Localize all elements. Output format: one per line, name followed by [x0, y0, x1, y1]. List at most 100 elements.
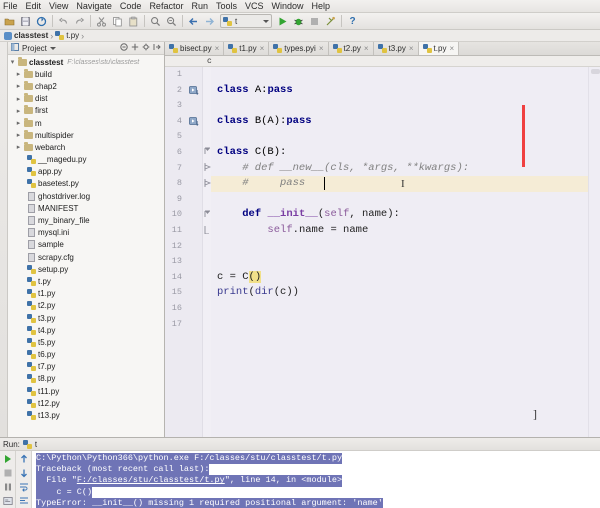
- fold-marker-class-c[interactable]: [204, 147, 211, 157]
- run-button[interactable]: [275, 14, 290, 29]
- run-class-marker-icon[interactable]: [189, 86, 199, 96]
- tree-row-folder[interactable]: ▸ first: [8, 105, 164, 117]
- console-frame-link[interactable]: F:/classes/stu/classtest/t.py: [77, 475, 225, 485]
- close-icon[interactable]: ×: [449, 44, 454, 53]
- menu-item-vcs[interactable]: VCS: [241, 0, 268, 12]
- close-icon[interactable]: ×: [260, 44, 265, 53]
- editor-tab-t1[interactable]: t1.py ×: [224, 42, 270, 55]
- code-area[interactable]: class A:pass class B(A):pass class C(B):…: [211, 67, 588, 437]
- code-line-15[interactable]: print(dir(c)): [217, 285, 299, 301]
- code-folding-column[interactable]: [203, 67, 212, 437]
- fold-marker-init[interactable]: [204, 210, 211, 220]
- tree-row-file[interactable]: t5.py: [8, 336, 164, 348]
- scroll-from-source-icon[interactable]: [131, 43, 139, 53]
- menu-item-window[interactable]: Window: [268, 0, 308, 12]
- coverage-button[interactable]: [323, 14, 338, 29]
- console-output[interactable]: C:\Python\Python366\python.exe F:/classe…: [32, 451, 600, 508]
- save-icon[interactable]: [18, 14, 33, 29]
- back-icon[interactable]: [186, 14, 201, 29]
- rerun-icon[interactable]: [2, 453, 14, 464]
- tree-row-file[interactable]: my_binary_file: [8, 214, 164, 226]
- editor-tab-t2[interactable]: t2.py ×: [328, 42, 374, 55]
- menu-item-help[interactable]: Help: [308, 0, 335, 12]
- pause-icon[interactable]: [2, 481, 14, 492]
- tree-row-file[interactable]: ghostdriver.log: [8, 190, 164, 202]
- tree-row-folder[interactable]: ▸ m: [8, 117, 164, 129]
- tree-row-file[interactable]: t.py: [8, 275, 164, 287]
- editor-tab-t3[interactable]: t3.py ×: [373, 42, 419, 55]
- redo-icon[interactable]: [72, 14, 87, 29]
- debug-button[interactable]: [291, 14, 306, 29]
- tree-row-file[interactable]: t7.py: [8, 361, 164, 373]
- tree-row-folder[interactable]: ▸ webarch: [8, 141, 164, 153]
- tree-row-folder[interactable]: ▸ dist: [8, 93, 164, 105]
- chevron-right-icon[interactable]: ▸: [14, 119, 23, 127]
- menu-item-tools[interactable]: Tools: [212, 0, 241, 12]
- stop-icon[interactable]: [2, 467, 14, 478]
- menu-item-run[interactable]: Run: [187, 0, 212, 12]
- undo-icon[interactable]: [56, 14, 71, 29]
- menu-item-code[interactable]: Code: [116, 0, 146, 12]
- editor-body[interactable]: 1 2 3 4 5 6 7 8 9 10 11 12 13 14 15 16 1: [165, 67, 600, 437]
- soft-wrap-icon[interactable]: [18, 481, 30, 492]
- code-line-8[interactable]: # pass: [217, 176, 305, 192]
- menu-item-view[interactable]: View: [45, 0, 72, 12]
- copy-icon[interactable]: [110, 14, 125, 29]
- code-line-7[interactable]: # def __new__(cls, *args, **kwargs):: [217, 161, 469, 177]
- menu-item-file[interactable]: File: [2, 0, 22, 12]
- tree-row-folder[interactable]: ▸ chap2: [8, 80, 164, 92]
- tree-row-file[interactable]: t2.py: [8, 300, 164, 312]
- tree-row-folder[interactable]: ▸ build: [8, 68, 164, 80]
- tree-row-file[interactable]: __magedu.py: [8, 154, 164, 166]
- fold-marker-comment-end[interactable]: [204, 179, 212, 189]
- code-line-6[interactable]: class C(B):: [217, 145, 286, 161]
- scroll-up-icon[interactable]: [18, 453, 30, 464]
- code-line-11[interactable]: self.name = name: [217, 223, 368, 239]
- editor-tab-t[interactable]: t.py ×: [418, 42, 460, 55]
- tree-row-file[interactable]: app.py: [8, 166, 164, 178]
- tree-row-file[interactable]: t8.py: [8, 373, 164, 385]
- paste-icon[interactable]: [126, 14, 141, 29]
- chevron-right-icon[interactable]: ▸: [14, 82, 23, 90]
- chevron-down-icon[interactable]: [49, 46, 56, 50]
- code-line-2[interactable]: class A:pass: [217, 83, 293, 99]
- fold-marker-init-end[interactable]: [204, 226, 211, 236]
- close-icon[interactable]: ×: [364, 44, 369, 53]
- breadcrumb-file[interactable]: t.py: [55, 31, 79, 40]
- tree-row-folder[interactable]: ▸ multispider: [8, 129, 164, 141]
- run-configuration-selector[interactable]: t: [220, 14, 272, 28]
- chevron-right-icon[interactable]: ▸: [14, 131, 23, 139]
- help-icon[interactable]: ?: [345, 14, 360, 29]
- chevron-right-icon[interactable]: ▸: [14, 143, 23, 151]
- tree-row-file[interactable]: t6.py: [8, 349, 164, 361]
- find-icon[interactable]: [148, 14, 163, 29]
- close-icon[interactable]: ×: [409, 44, 414, 53]
- code-line-4[interactable]: class B(A):pass: [217, 114, 312, 130]
- scrollbar-thumb[interactable]: [590, 69, 600, 74]
- code-line-10[interactable]: def __init__(self, name):: [217, 207, 400, 223]
- tree-row-file[interactable]: setup.py: [8, 263, 164, 275]
- replace-icon[interactable]: [164, 14, 179, 29]
- code-line-14[interactable]: c = C(): [217, 270, 262, 286]
- tree-row-file[interactable]: t13.py: [8, 409, 164, 421]
- chevron-right-icon[interactable]: ▸: [14, 70, 23, 78]
- cut-icon[interactable]: [94, 14, 109, 29]
- chevron-right-icon[interactable]: ▸: [14, 107, 23, 115]
- collapse-all-icon[interactable]: [120, 43, 128, 53]
- tree-row-file[interactable]: sample: [8, 239, 164, 251]
- stop-button[interactable]: [307, 14, 322, 29]
- settings-gear-icon[interactable]: [142, 43, 150, 53]
- tree-row-file[interactable]: basetest.py: [8, 178, 164, 190]
- tree-row-file[interactable]: MANIFEST: [8, 202, 164, 214]
- menu-item-refactor[interactable]: Refactor: [145, 0, 187, 12]
- tree-row-file[interactable]: t1.py: [8, 288, 164, 300]
- close-icon[interactable]: ×: [319, 44, 324, 53]
- editor-tab-bisect[interactable]: bisect.py ×: [165, 42, 225, 55]
- tree-row-file[interactable]: t12.py: [8, 397, 164, 409]
- tree-row-root[interactable]: ▾ classtest F:\classes\stu\classtest: [8, 56, 164, 68]
- fold-marker-comment[interactable]: [204, 163, 212, 173]
- menu-item-edit[interactable]: Edit: [22, 0, 46, 12]
- toggle-console-icon[interactable]: [2, 495, 14, 506]
- hide-panel-icon[interactable]: [153, 43, 161, 53]
- tree-row-file[interactable]: mysql.ini: [8, 227, 164, 239]
